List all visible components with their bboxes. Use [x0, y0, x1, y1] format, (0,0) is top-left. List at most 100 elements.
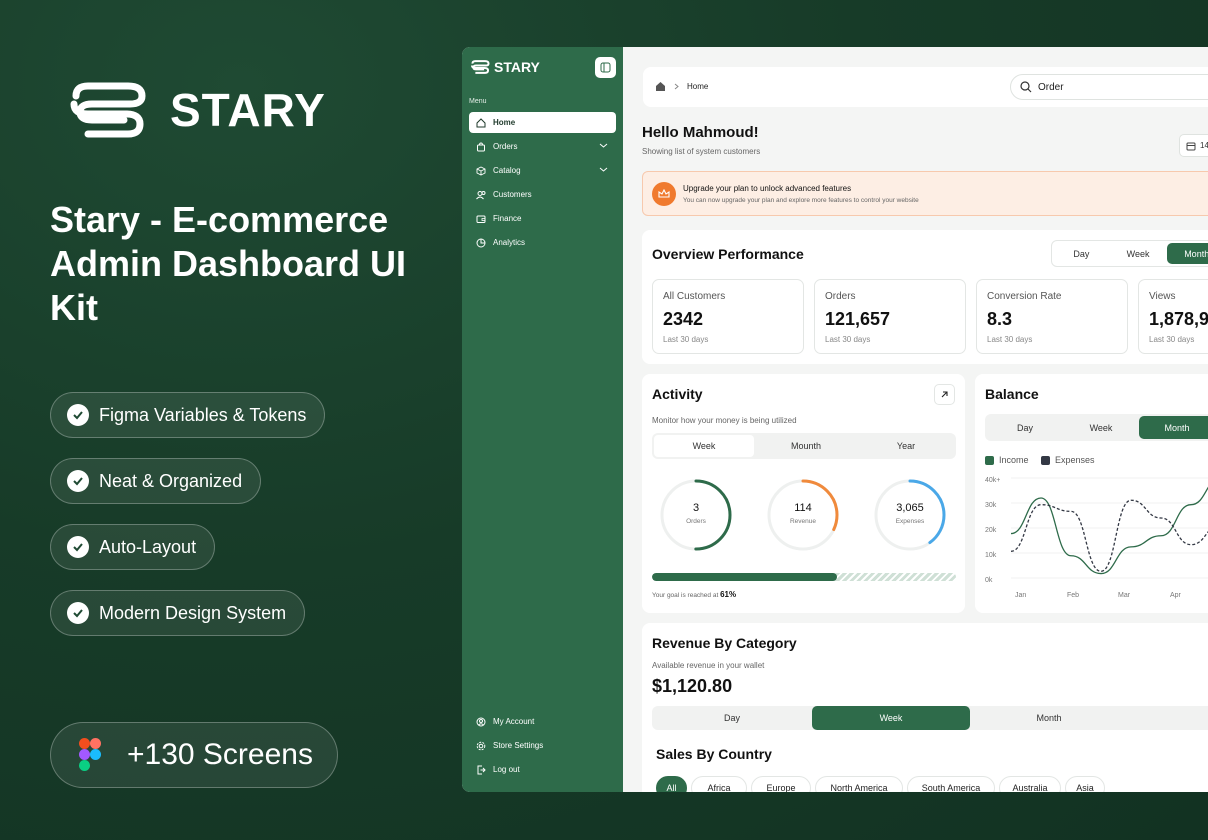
ring-value: 3,065: [896, 502, 924, 514]
date-picker-button[interactable]: 14: [1179, 134, 1208, 157]
country-filter-africa[interactable]: Africa: [691, 776, 747, 792]
search-input[interactable]: Order: [1010, 74, 1208, 100]
sidebar-item-label: Analytics: [493, 238, 526, 247]
period-week[interactable]: Week: [1063, 416, 1139, 439]
sidebar-item-my-account[interactable]: My Account: [469, 711, 616, 732]
gear-icon: [476, 741, 486, 750]
ring-orders: 3 Orders: [660, 479, 732, 551]
tab-year[interactable]: Year: [856, 433, 956, 459]
period-day[interactable]: Day: [652, 706, 812, 730]
country-filter-australia[interactable]: Australia: [999, 776, 1061, 792]
breadcrumb-current[interactable]: Home: [687, 82, 708, 91]
legend-swatch: [1041, 455, 1050, 465]
period-month[interactable]: Month: [1139, 416, 1208, 439]
country-filter-south-america[interactable]: South America: [907, 776, 995, 792]
revenue-title: Revenue By Category: [652, 635, 797, 651]
revenue-period-toggle: Day Week Month Ye: [652, 706, 1208, 730]
country-filter-asia[interactable]: Asia: [1065, 776, 1105, 792]
x-tick-label: Jan: [1015, 592, 1027, 599]
goal-progress-fill: [652, 573, 838, 581]
series-line-income: [1011, 486, 1208, 575]
balance-title: Balance: [985, 386, 1039, 402]
goal-text: Your goal is reached at 61%: [652, 590, 736, 599]
sidebar-item-label: Home: [493, 118, 516, 127]
activity-subtitle: Monitor how your money is being utilized: [652, 416, 797, 425]
calendar-icon: [1186, 142, 1196, 150]
country-filter-all[interactable]: All: [656, 776, 687, 792]
sidebar-item-customers[interactable]: Customers: [469, 184, 616, 205]
sidebar-item-store-settings[interactable]: Store Settings: [469, 735, 616, 756]
user-icon: [476, 717, 486, 726]
overview-card: Overview Performance Day Week Month All …: [642, 230, 1208, 364]
period-month[interactable]: Month: [1167, 243, 1208, 264]
upgrade-banner[interactable]: Upgrade your plan to unlock advanced fea…: [642, 171, 1208, 216]
feature-label: Figma Variables & Tokens: [99, 404, 307, 425]
series-line-expenses: [1011, 499, 1208, 572]
figma-icon: [79, 738, 101, 771]
y-tick-label: 20k: [985, 527, 997, 534]
ring-revenue: 114 Revenue: [767, 479, 839, 551]
y-tick-label: 10k: [985, 552, 997, 559]
promo-headline: Stary - E-commerce Admin Dashboard UI Ki…: [50, 199, 407, 328]
upgrade-subtitle: You can now upgrade your plan and explor…: [683, 197, 919, 204]
feature-label: Auto-Layout: [99, 536, 197, 557]
logout-icon: [477, 765, 486, 774]
goal-progress-bar: [652, 573, 956, 581]
country-filter-north-america[interactable]: North America: [815, 776, 903, 792]
stat-card-orders[interactable]: Orders 121,657 Last 30 days: [814, 279, 966, 354]
period-day[interactable]: Day: [1054, 243, 1109, 264]
feature-label: Neat & Organized: [99, 470, 243, 491]
box-icon: [476, 165, 486, 176]
arrow-up-right-icon: [941, 391, 948, 398]
period-month[interactable]: Month: [970, 706, 1128, 730]
sidebar-logo-text: STARY: [494, 59, 540, 75]
check-icon: [67, 470, 89, 492]
balance-card: Balance Day Week Month Income Expenses 4…: [975, 374, 1208, 613]
activity-tabs: Week Mounth Year: [652, 433, 956, 459]
home-icon[interactable]: [655, 81, 666, 92]
period-week[interactable]: Week: [1109, 243, 1168, 264]
stat-card-customers[interactable]: All Customers 2342 Last 30 days: [652, 279, 804, 354]
sidebar-item-finance[interactable]: Finance: [469, 208, 616, 229]
brand-name: STARY: [170, 84, 326, 136]
feature-pill: Neat & Organized: [50, 458, 262, 504]
stary-logo-icon: [70, 82, 146, 138]
sidebar-item-log-out[interactable]: Log out: [469, 759, 616, 780]
tab-week[interactable]: Week: [654, 435, 754, 457]
sidebar-item-home[interactable]: Home: [469, 112, 616, 133]
country-filter-europe[interactable]: Europe: [751, 776, 811, 792]
stat-card-conversion[interactable]: Conversion Rate 8.3 Last 30 days: [976, 279, 1128, 354]
stat-card-views[interactable]: Views 1,878,9 Last 30 days: [1138, 279, 1208, 354]
date-value: 14: [1200, 141, 1208, 150]
period-year[interactable]: Ye: [1128, 706, 1208, 730]
x-tick-label: Feb: [1067, 592, 1080, 599]
stat-value: 121,657: [825, 309, 891, 329]
stat-sub: Last 30 days: [987, 335, 1033, 344]
sidebar-item-label: Finance: [493, 214, 522, 223]
sidebar-item-catalog[interactable]: Catalog: [469, 160, 616, 181]
y-tick-label: 40k+: [985, 477, 1001, 484]
expand-button[interactable]: [934, 384, 955, 405]
screens-count-pill: +130 Screens: [50, 722, 338, 788]
sidebar-toggle-button[interactable]: [595, 57, 616, 78]
page-title: Hello Mahmoud!: [642, 124, 759, 141]
period-week[interactable]: Week: [812, 706, 970, 730]
dashboard-frame: STARY Menu Home Orders Catalog Customers…: [462, 47, 1208, 792]
stat-value: 2342: [663, 309, 704, 329]
tab-month[interactable]: Mounth: [756, 433, 856, 459]
check-icon: [67, 536, 89, 558]
sidebar-logo: STARY: [470, 59, 540, 75]
overview-period-toggle: Day Week Month: [1051, 240, 1208, 267]
feature-label: Modern Design System: [99, 602, 287, 623]
activity-title: Activity: [652, 386, 703, 402]
check-icon: [67, 404, 89, 426]
sidebar-item-analytics[interactable]: Analytics: [469, 232, 616, 253]
balance-line-chart: [1011, 477, 1208, 579]
period-day[interactable]: Day: [987, 416, 1063, 439]
sidebar: STARY Menu Home Orders Catalog Customers…: [462, 47, 623, 792]
sidebar-item-orders[interactable]: Orders: [469, 136, 616, 157]
y-tick-label: 30k: [985, 502, 997, 509]
topbar: Home Order: [643, 67, 1208, 107]
wallet-icon: [476, 215, 486, 223]
users-icon: [476, 190, 486, 199]
